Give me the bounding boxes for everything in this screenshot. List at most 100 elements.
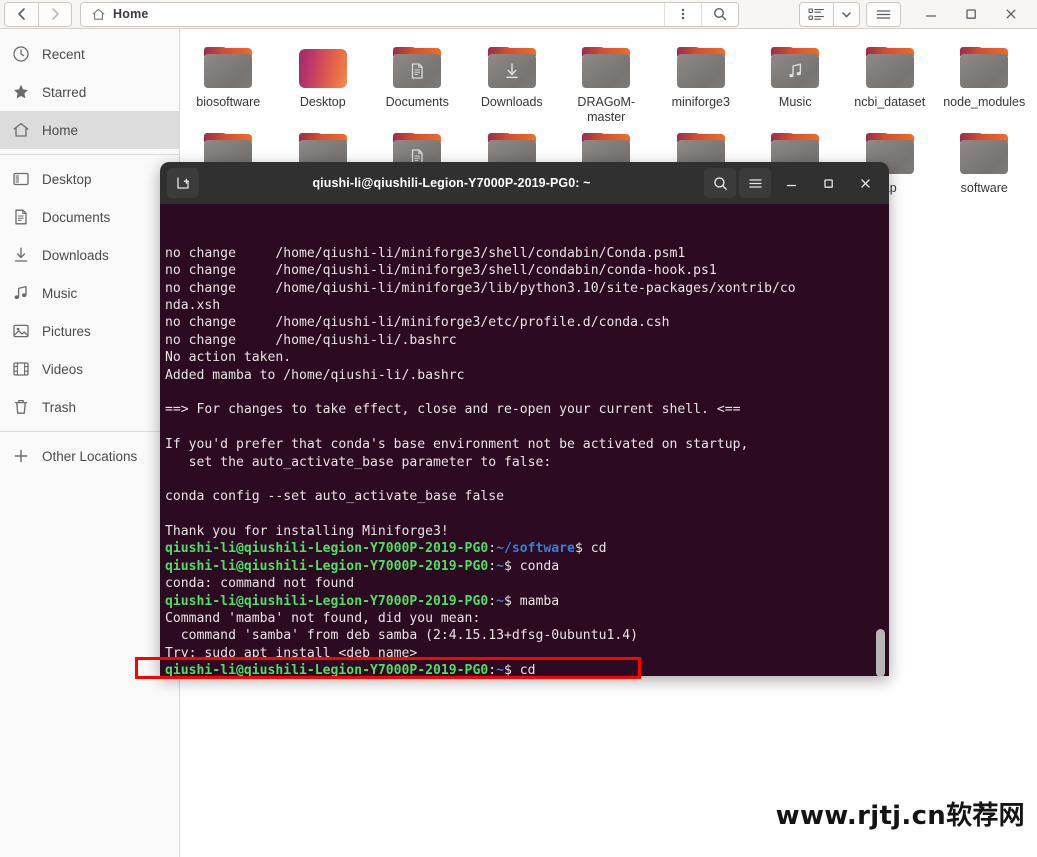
breadcrumb-home[interactable]: Home	[81, 3, 159, 26]
maximize-icon	[964, 7, 978, 21]
terminal-title: qiushi-li@qiushili-Legion-Y7000P-2019-PG…	[199, 176, 704, 190]
watermark: www.rjtj.cn软荐网	[776, 795, 1025, 832]
folder-item[interactable]: Desktop	[276, 39, 371, 125]
file-manager-header-bar: Home	[0, 0, 1037, 29]
folder-item[interactable]: Music	[748, 39, 843, 125]
prompt-command: cd	[512, 663, 536, 676]
terminal-maximize-button[interactable]	[811, 168, 845, 198]
window-close-button[interactable]	[991, 0, 1031, 29]
terminal-output-line: conda config --set auto_activate_base fa…	[165, 488, 889, 505]
terminal-output-line: conda: command not found	[165, 575, 889, 592]
folder-item[interactable]: Documents	[370, 39, 465, 125]
sidebar-item-videos[interactable]: Videos	[0, 350, 179, 388]
folder-label: Desktop	[278, 95, 368, 110]
sidebar-item-pictures[interactable]: Pictures	[0, 312, 179, 350]
sidebar-item-other-locations[interactable]: Other Locations	[0, 437, 179, 475]
options-menu-button[interactable]	[664, 3, 701, 26]
terminal-menu-button[interactable]	[739, 168, 771, 198]
terminal-search-button[interactable]	[704, 168, 736, 198]
folder-item[interactable]: miniforge3	[654, 39, 749, 125]
terminal-output-line: command 'samba' from deb samba (2:4.15.1…	[165, 627, 889, 644]
terminal-output-line: nda.xsh	[165, 297, 889, 314]
terminal-output-line: no change /home/qiushi-li/.bashrc	[165, 332, 889, 349]
prompt-path: ~	[496, 663, 504, 676]
sidebar-item-label: Videos	[42, 362, 83, 377]
folder-emblem	[582, 54, 630, 88]
list-view-icon	[808, 7, 825, 22]
sidebar-item-home[interactable]: Home	[0, 111, 179, 149]
terminal-output-line: If you'd prefer that conda's base enviro…	[165, 436, 889, 453]
terminal-title-bar[interactable]: qiushi-li@qiushili-Legion-Y7000P-2019-PG…	[160, 162, 889, 204]
folder-icon	[204, 47, 252, 88]
folder-label: DRAGoM-master	[561, 95, 651, 125]
sidebar-item-label: Other Locations	[42, 449, 137, 464]
sidebar-item-label: Music	[42, 286, 77, 301]
window-controls	[911, 0, 1031, 29]
music-icon	[12, 284, 30, 302]
folder-label: Music	[750, 95, 840, 110]
terminal-output-line: No action taken.	[165, 349, 889, 366]
sidebar-item-recent[interactable]: Recent	[0, 35, 179, 73]
folder-label: Documents	[372, 95, 462, 110]
terminal-header-actions	[704, 168, 882, 198]
sidebar-item-downloads[interactable]: Downloads	[0, 236, 179, 274]
prompt-sigil: $	[504, 559, 512, 574]
sidebar-item-starred[interactable]: Starred	[0, 73, 179, 111]
terminal-output-line: Thank you for installing Miniforge3!	[165, 523, 889, 540]
terminal-output-line: Try: sudo apt install <deb name>	[165, 645, 889, 662]
terminal-output-line: no change /home/qiushi-li/miniforge3/etc…	[165, 314, 889, 331]
search-button[interactable]	[701, 3, 738, 26]
back-button[interactable]	[5, 3, 38, 26]
prompt-path: ~	[496, 594, 504, 609]
terminal-close-button[interactable]	[848, 168, 882, 198]
sidebar-item-music[interactable]: Music	[0, 274, 179, 312]
folder-icon	[677, 47, 725, 88]
terminal-output-line: Added mamba to /home/qiushi-li/.bashrc	[165, 367, 889, 384]
main-menu-group	[866, 2, 901, 27]
close-icon	[1004, 7, 1018, 21]
minimize-icon	[784, 176, 799, 191]
folder-emblem	[866, 54, 914, 88]
view-options-dropdown[interactable]	[833, 3, 859, 26]
terminal-output[interactable]: no change /home/qiushi-li/miniforge3/she…	[160, 204, 889, 676]
main-menu-button[interactable]	[867, 3, 900, 26]
terminal-scrollbar[interactable]	[876, 629, 885, 676]
terminal-output-line: no change /home/qiushi-li/miniforge3/lib…	[165, 280, 889, 297]
sidebar-item-label: Documents	[42, 210, 110, 225]
vertical-dots-icon	[676, 6, 690, 22]
forward-button[interactable]	[38, 3, 71, 26]
terminal-blank-line	[165, 471, 889, 488]
folder-item[interactable]: Downloads	[465, 39, 560, 125]
prompt-colon: :	[488, 663, 496, 676]
folder-item[interactable]: DRAGoM-master	[559, 39, 654, 125]
folder-emblem	[960, 54, 1008, 88]
sidebar-item-trash[interactable]: Trash	[0, 388, 179, 426]
window-minimize-button[interactable]	[911, 0, 951, 29]
window-maximize-button[interactable]	[951, 0, 991, 29]
folder-item[interactable]: node_modules	[937, 39, 1032, 125]
close-icon	[858, 176, 873, 191]
list-view-button[interactable]	[800, 3, 833, 26]
navigation-buttons	[4, 2, 72, 27]
hamburger-menu-icon	[747, 176, 764, 191]
download-icon	[12, 246, 30, 264]
terminal-minimize-button[interactable]	[774, 168, 808, 198]
folder-item[interactable]: biosoftware	[181, 39, 276, 125]
folder-item[interactable]: software	[937, 125, 1032, 196]
terminal-blank-line	[165, 384, 889, 401]
search-icon	[712, 175, 729, 192]
sidebar-item-label: Starred	[42, 85, 86, 100]
prompt-path: ~	[496, 559, 504, 574]
terminal-prompt-line: qiushi-li@qiushili-Legion-Y7000P-2019-PG…	[165, 662, 889, 676]
home-icon	[91, 7, 106, 22]
terminal-blank-line	[165, 506, 889, 523]
sidebar-item-desktop[interactable]: Desktop	[0, 160, 179, 198]
folder-emblem	[393, 54, 441, 88]
folder-item[interactable]: ncbi_dataset	[843, 39, 938, 125]
sidebar-item-documents[interactable]: Documents	[0, 198, 179, 236]
folder-icon	[960, 47, 1008, 88]
chevron-left-icon	[15, 7, 29, 21]
terminal-output-line: ==> For changes to take effect, close an…	[165, 401, 889, 418]
hamburger-menu-icon	[875, 7, 892, 22]
terminal-new-tab-button[interactable]	[167, 168, 199, 198]
